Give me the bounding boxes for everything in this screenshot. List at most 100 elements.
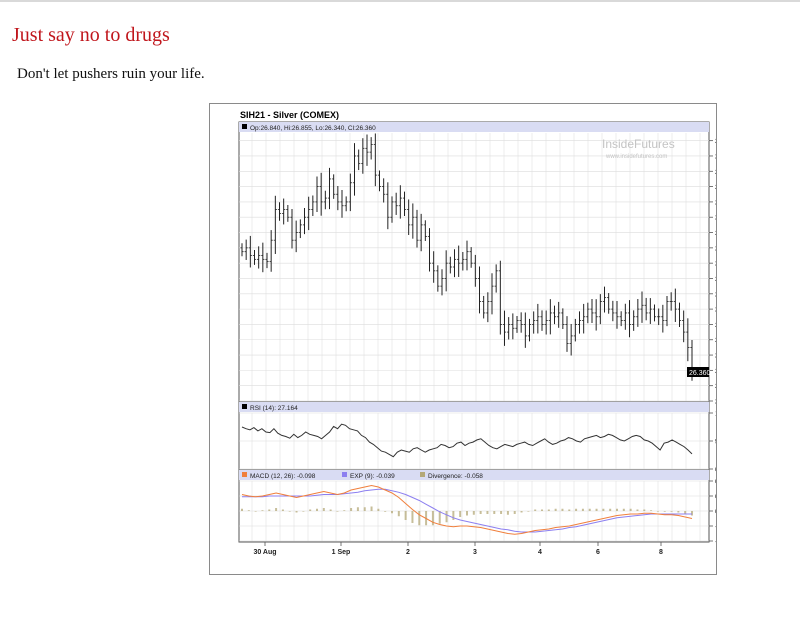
divergence-bar [397,511,400,517]
macd-axis-ticks: 0.4 0.2 0.0 -0.2 -0.4 [709,479,716,546]
price-tick-label: 26.400 [715,368,716,375]
price-tick-label: 29.400 [715,138,716,145]
watermark-logo: InsideFutures www.insidefutures.com [602,137,675,160]
divergence-bar [336,511,339,512]
price-tick-label: 28.200 [715,230,716,237]
x-axis-ticks: 30 Aug 1 Sep 2 3 4 6 8 [253,542,663,556]
divergence-bar [663,511,666,512]
divergence-bar [588,508,591,511]
divergence-bar [527,511,530,512]
divergence-bar [404,511,407,520]
divergence-bar [520,511,523,513]
divergence-bar [363,507,366,511]
divergence-bar [616,508,618,511]
divergence-bar [350,508,353,511]
chart-title: SIH21 - Silver (COMEX) [240,110,339,120]
divergence-bar [384,511,387,512]
post-text: Don't let pushers ruin your life. [17,66,205,82]
macd-legend: MACD (12, 26): -0.098 [250,473,316,480]
divergence-bar [247,510,250,511]
divergence-bar [431,511,434,526]
divergence-bar [309,509,312,511]
divergence-bar [322,508,325,511]
macd-tick-label: 0.2 [715,494,716,501]
macd-legend-swatch [242,472,247,477]
divergence-bar [595,508,598,511]
divergence-bar [254,511,257,512]
divergence-bar [261,510,264,511]
price-tick-label: 26.200 [715,383,716,390]
price-tick-label: 28.600 [715,199,716,206]
divergence-bar [670,511,673,512]
price-tick-label: 26.800 [715,337,716,344]
divergence-bar [445,511,448,523]
divergence-bar [656,511,659,512]
rsi-axis-ticks: 100 50 0 [709,411,716,474]
divergence-bar [622,508,625,511]
price-tick-label: 28.400 [715,215,716,222]
x-tick-label: 30 Aug [253,549,276,556]
top-divider [0,0,800,2]
divergence-bar [343,510,346,511]
divergence-bar [275,508,278,511]
divergence-bar [691,511,693,516]
rsi-legend-bar [239,402,709,412]
x-tick-label: 6 [596,549,600,556]
silver-futures-chart: SIH21 - Silver (COMEX) Op:26.840, Hi:26.… [238,110,716,556]
rsi-tick-label: 50 [715,439,716,446]
rsi-legend: RSI (14): 27.164 [250,405,298,412]
divergence-bar [295,511,298,513]
exp-legend-swatch [342,472,347,477]
divergence-bar [391,511,393,514]
divergence-bar [493,511,496,514]
x-tick-label: 8 [659,549,663,556]
divergence-bar [472,511,475,515]
divergence-bar [609,508,612,511]
price-tick-label: 27.400 [715,291,716,298]
rsi-tick-label: 100 [715,411,716,418]
divergence-bar [500,511,503,514]
divergence-bar [268,509,271,511]
divergence-legend: Divergence: -0.058 [428,473,483,480]
divergence-bar [241,508,243,511]
macd-tick-label: 0.4 [715,479,716,486]
divergence-bar [459,511,462,517]
divergence-bar [636,509,639,511]
watermark-site: www.insidefutures.com [605,154,667,160]
divergence-bar [581,508,584,511]
macd-tick-label: -0.4 [715,539,716,546]
x-tick-label: 2 [406,549,410,556]
rsi-tick-label: 0 [715,467,716,474]
divergence-bar [650,510,653,511]
price-tick-label: 28.000 [715,245,716,252]
divergence-bar [513,511,516,514]
price-tick-label: 27.000 [715,322,716,329]
divergence-legend-swatch [420,472,425,477]
divergence-bar [629,508,632,511]
divergence-bar [329,509,332,511]
price-legend: Op:26.840, Hi:26.855, Lo:26.340, Cl:26.3… [250,125,376,132]
divergence-bar [575,508,578,511]
divergence-bar [418,511,421,526]
divergence-bar [377,508,380,511]
divergence-bar [356,507,359,511]
divergence-bar [288,511,291,512]
price-tick-label: 29.000 [715,169,716,176]
watermark-brand: InsideFutures [602,137,675,151]
divergence-bar [316,508,318,511]
divergence-bar [370,506,373,511]
divergence-bar [554,508,557,511]
divergence-bar [438,511,441,524]
divergence-bar [677,511,680,513]
x-tick-label: 1 Sep [332,549,351,556]
divergence-bar [602,508,605,511]
price-tick-label: 29.200 [715,153,716,160]
divergence-bar [411,511,414,523]
price-axis-ticks: 26.000 26.200 26.400 26.600 26.800 27.000 27.2… [709,138,716,406]
divergence-bar [643,509,646,511]
x-tick-label: 3 [473,549,477,556]
price-tick-label: 26.600 [715,353,716,360]
divergence-bar [479,511,482,514]
divergence-bar [452,511,455,520]
price-tick-label: 28.800 [715,184,716,191]
